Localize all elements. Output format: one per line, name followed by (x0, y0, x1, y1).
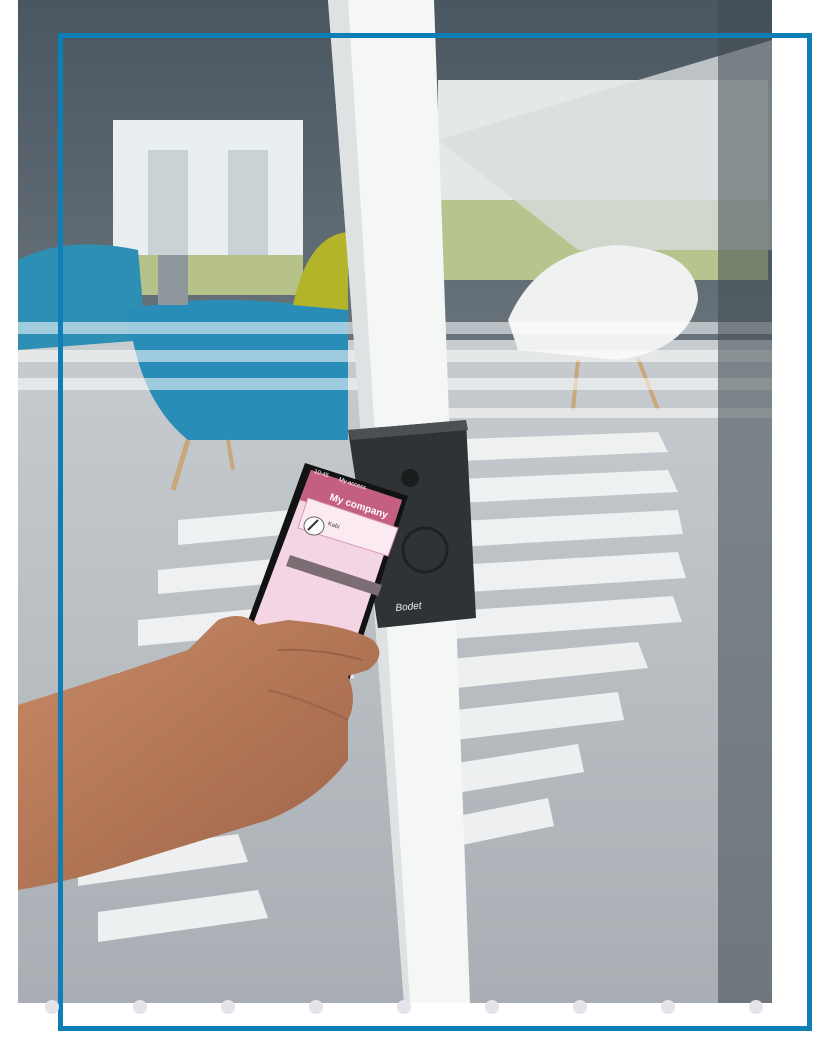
carousel-dot (309, 1000, 323, 1014)
trash-bin (158, 255, 188, 305)
carousel-dot (397, 1000, 411, 1014)
photo: 10:45 My access My company Kabi (18, 0, 772, 1003)
carousel-dot (133, 1000, 147, 1014)
carousel-dot (573, 1000, 587, 1014)
carousel-dot (485, 1000, 499, 1014)
carousel-dot (661, 1000, 675, 1014)
door-frame-right (718, 0, 772, 1003)
carousel-dot (221, 1000, 235, 1014)
reader-brand-text: Bodet (395, 600, 422, 614)
carousel-dots (18, 1000, 772, 1014)
carousel-dot (749, 1000, 763, 1014)
carousel-dot (45, 1000, 59, 1014)
blue-armchair-left (18, 244, 146, 350)
